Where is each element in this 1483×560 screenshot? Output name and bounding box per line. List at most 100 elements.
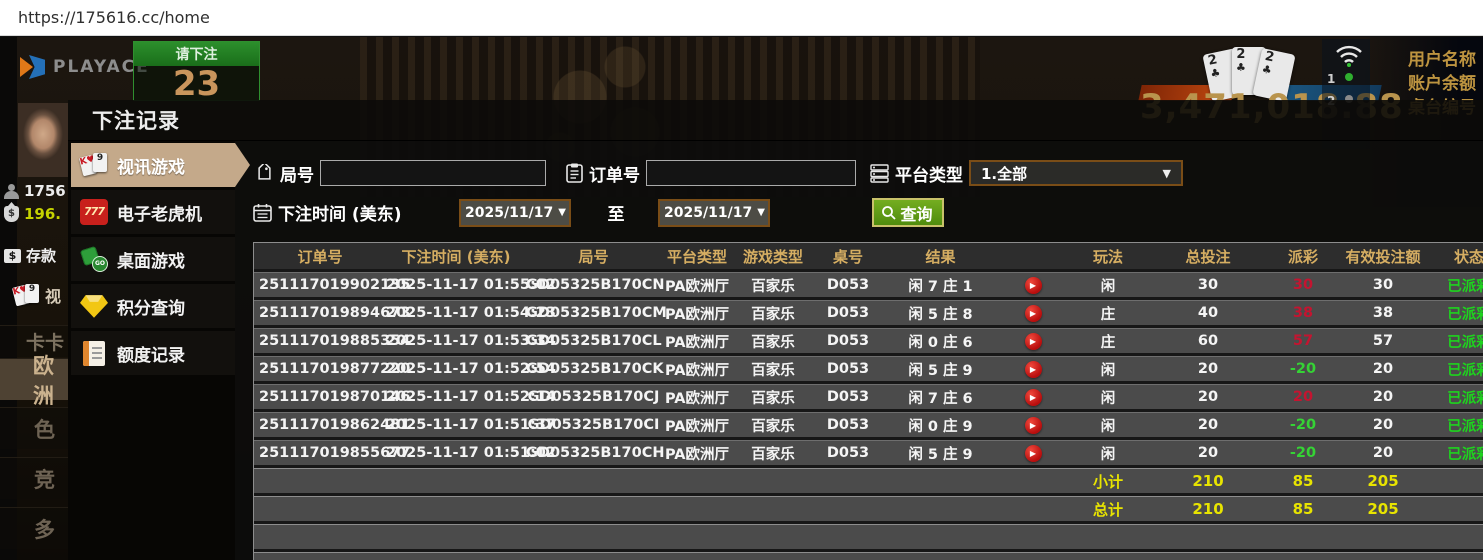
table-games-icon bbox=[80, 246, 108, 272]
betting-records-modal: 下注记录 K♥9 视讯游戏 777 电子老虎机 桌面游戏 bbox=[68, 100, 1483, 560]
replay-icon[interactable]: ▶ bbox=[1025, 277, 1042, 294]
cell-time: 2025-11-17 01:51:37 bbox=[386, 417, 526, 433]
bet-countdown: 请下注 23 bbox=[133, 41, 260, 101]
url-text: https://175616.cc/home bbox=[18, 8, 210, 27]
deposit-button[interactable]: $ 存款 bbox=[4, 245, 56, 266]
table-row: 251117019870146 2025-11-17 01:52:14 GD05… bbox=[254, 384, 1483, 409]
cell-status: 已派彩 bbox=[1428, 359, 1483, 380]
cell-platform: PA欧洲厅 bbox=[661, 331, 733, 352]
label-account-balance: 账户余额 bbox=[1408, 69, 1476, 94]
wifi-icon bbox=[1334, 43, 1364, 67]
cell-result: 闲 0 庄 9 bbox=[883, 415, 998, 436]
cell-play-type: 闲 bbox=[1068, 443, 1148, 464]
cell-round: GD05325B170CJ bbox=[526, 389, 661, 405]
order-number-input[interactable] bbox=[646, 160, 856, 186]
sidebar-item-se[interactable]: 色 bbox=[0, 407, 68, 449]
col-result: 结果 bbox=[883, 246, 998, 267]
total-valid: 205 bbox=[1338, 500, 1428, 518]
cell-valid-bet: 38 bbox=[1338, 305, 1428, 321]
cell-order: 251117019902135 bbox=[254, 277, 386, 293]
col-table: 桌号 bbox=[813, 246, 883, 267]
cell-valid-bet: 20 bbox=[1338, 361, 1428, 377]
cell-play-type: 庄 bbox=[1068, 303, 1148, 324]
search-button[interactable]: 查询 bbox=[872, 198, 944, 227]
replay-icon[interactable]: ▶ bbox=[1025, 417, 1042, 434]
platform-type-select[interactable]: 1.全部 ▼ bbox=[969, 160, 1183, 186]
cell-total-bet: 20 bbox=[1148, 361, 1268, 377]
cell-total-bet: 20 bbox=[1148, 417, 1268, 433]
replay-icon[interactable]: ▶ bbox=[1025, 305, 1042, 322]
chevron-down-icon: ▼ bbox=[1163, 167, 1171, 180]
bet-time-label: 下注时间 (美东) bbox=[278, 200, 401, 225]
total-label: 总计 bbox=[1068, 499, 1148, 520]
date-from-picker[interactable]: 2025/11/17▼ bbox=[459, 199, 571, 227]
tab-credit-records[interactable]: 额度记录 bbox=[71, 331, 235, 375]
cell-play-type: 闲 bbox=[1068, 387, 1148, 408]
cell-round: GD05325B170CK bbox=[526, 361, 661, 377]
replay-icon[interactable]: ▶ bbox=[1025, 389, 1042, 406]
col-time: 下注时间 (美东) bbox=[386, 246, 526, 267]
avatar bbox=[18, 103, 68, 177]
col-valid: 有效投注额 bbox=[1338, 246, 1428, 267]
calendar-icon bbox=[253, 203, 272, 222]
cell-payout: -20 bbox=[1268, 361, 1338, 377]
col-platform: 平台类型 bbox=[661, 246, 733, 267]
platform-list-icon bbox=[870, 164, 889, 183]
empty-row bbox=[254, 552, 1483, 560]
cell-time: 2025-11-17 01:54:23 bbox=[386, 305, 526, 321]
col-game: 游戏类型 bbox=[733, 246, 813, 267]
sidebar-item-europe[interactable]: 欧洲 bbox=[0, 358, 68, 400]
cell-result: 闲 7 庄 6 bbox=[883, 387, 998, 408]
money-bag-icon: $ bbox=[4, 206, 19, 222]
playace-logo-icon bbox=[20, 55, 46, 79]
cell-payout: -20 bbox=[1268, 417, 1338, 433]
document-icon bbox=[83, 341, 105, 366]
stream-line-1[interactable]: 1 bbox=[1327, 72, 1335, 86]
cell-total-bet: 20 bbox=[1148, 445, 1268, 461]
table-header-row: 订单号 下注时间 (美东) 局号 平台类型 游戏类型 桌号 结果 玩法 总投注 … bbox=[254, 243, 1483, 269]
col-payout: 派彩 bbox=[1268, 246, 1338, 267]
tab-points-query[interactable]: 积分查询 bbox=[71, 284, 235, 328]
user-id-row: 1756 bbox=[4, 182, 66, 200]
cell-play-type: 闲 bbox=[1068, 359, 1148, 380]
table-row: 251117019902135 2025-11-17 01:55:02 GD05… bbox=[254, 272, 1483, 297]
cell-result: 闲 0 庄 6 bbox=[883, 331, 998, 352]
col-order: 订单号 bbox=[254, 246, 386, 267]
cell-round: GD05325B170CI bbox=[526, 417, 661, 433]
replay-icon[interactable]: ▶ bbox=[1025, 445, 1042, 462]
tab-table-games[interactable]: 桌面游戏 bbox=[71, 237, 235, 281]
cell-valid-bet: 30 bbox=[1338, 277, 1428, 293]
date-to-picker[interactable]: 2025/11/17▼ bbox=[658, 199, 770, 227]
cell-status: 已派彩 bbox=[1428, 387, 1483, 408]
modal-content: 局号 订单号 bbox=[235, 141, 1483, 560]
round-number-input[interactable] bbox=[320, 160, 546, 186]
cell-table-number: D053 bbox=[813, 389, 883, 405]
replay-icon[interactable]: ▶ bbox=[1025, 361, 1042, 378]
cards-icon: K♥9 bbox=[80, 152, 108, 178]
browser-address-bar[interactable]: https://175616.cc/home bbox=[0, 0, 1483, 36]
replay-icon[interactable]: ▶ bbox=[1025, 333, 1042, 350]
cell-game: 百家乐 bbox=[733, 443, 813, 464]
tab-slot-machines[interactable]: 777 电子老虎机 bbox=[71, 190, 235, 234]
subtotal-row: 小计 210 85 205 bbox=[254, 468, 1483, 493]
video-nav-item[interactable]: K♥9 视 bbox=[14, 283, 61, 307]
search-icon bbox=[881, 205, 897, 221]
cell-table-number: D053 bbox=[813, 277, 883, 293]
cell-order: 251117019870146 bbox=[254, 389, 386, 405]
total-payout: 85 bbox=[1268, 500, 1338, 518]
cell-result: 闲 5 庄 9 bbox=[883, 359, 998, 380]
cell-payout: 38 bbox=[1268, 305, 1338, 321]
deposit-label: 存款 bbox=[26, 245, 56, 266]
total-bet: 210 bbox=[1148, 500, 1268, 518]
cell-game: 百家乐 bbox=[733, 387, 813, 408]
cell-platform: PA欧洲厅 bbox=[661, 275, 733, 296]
sidebar-item-duo[interactable]: 多 bbox=[0, 507, 68, 549]
cell-total-bet: 40 bbox=[1148, 305, 1268, 321]
cell-status: 已派彩 bbox=[1428, 415, 1483, 436]
sidebar-item-jing[interactable]: 竞 bbox=[0, 457, 68, 499]
tab-video-games[interactable]: K♥9 视讯游戏 bbox=[71, 143, 235, 187]
cell-platform: PA欧洲厅 bbox=[661, 303, 733, 324]
countdown-label: 请下注 bbox=[134, 42, 259, 66]
cell-round: GD05325B170CN bbox=[526, 277, 661, 293]
cell-table-number: D053 bbox=[813, 361, 883, 377]
